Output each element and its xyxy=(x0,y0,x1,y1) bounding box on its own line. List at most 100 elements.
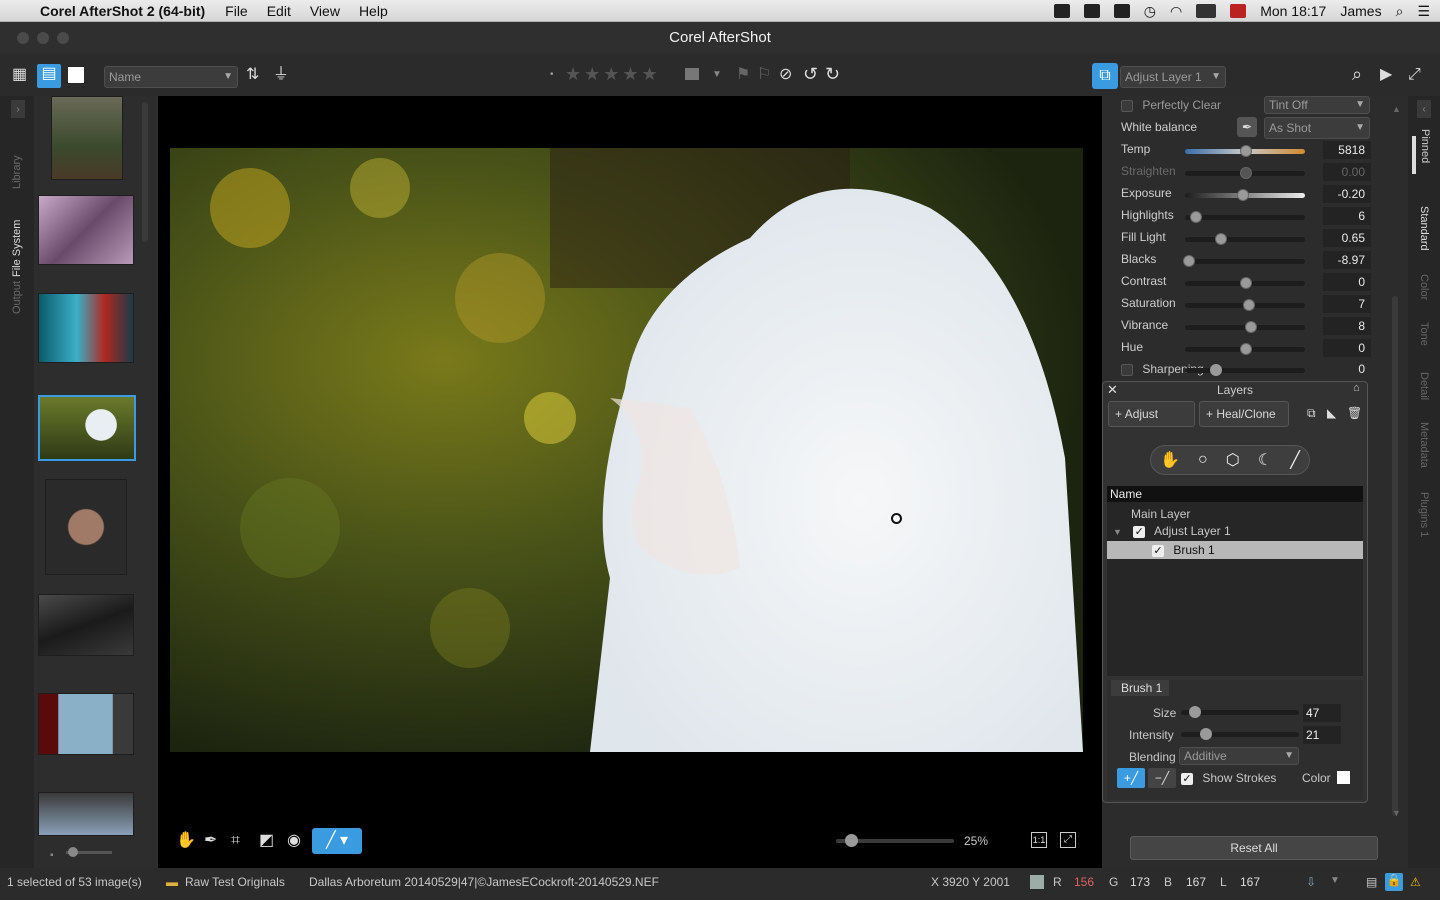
wifi-icon[interactable]: ◠ xyxy=(1170,3,1182,20)
status-app-icon[interactable] xyxy=(1053,4,1070,18)
ellipse-mask-icon[interactable]: ○ xyxy=(1198,451,1208,469)
layers-toggle-icon[interactable]: ⧉ xyxy=(1092,63,1118,89)
brush-intensity-knob[interactable] xyxy=(1200,728,1212,740)
blending-select[interactable]: Additive ▼ xyxy=(1179,747,1299,765)
panels-icon[interactable]: ▤ xyxy=(1366,875,1377,889)
layers-home-icon[interactable]: ⌂ xyxy=(1353,382,1360,394)
tab-output[interactable]: Output xyxy=(11,280,23,314)
adjust-slider-knob[interactable] xyxy=(1236,189,1249,201)
tab-color[interactable]: Color xyxy=(1418,274,1430,314)
delete-layer-icon[interactable]: 🗑 xyxy=(1347,406,1362,420)
tab-library[interactable]: Library xyxy=(11,155,23,189)
brush-size-value[interactable]: 47 xyxy=(1303,704,1341,722)
duplicate-layer-icon[interactable]: ⧉ xyxy=(1307,406,1316,421)
perfectly-clear-row[interactable]: Perfectly Clear xyxy=(1121,98,1281,114)
filter-icon[interactable]: ⏚ xyxy=(273,65,289,85)
battery-icon[interactable] xyxy=(1196,4,1217,18)
tint-select[interactable]: Tint Off ▼ xyxy=(1264,96,1370,114)
status-c-icon[interactable] xyxy=(1113,4,1130,18)
scroll-up-icon[interactable]: ▲ xyxy=(1392,104,1401,114)
layer-adjust-1-checkbox[interactable]: ✓ xyxy=(1133,525,1146,538)
thumbnail[interactable] xyxy=(51,96,123,180)
layer-adjust-1[interactable]: ▼ ✓ Adjust Layer 1 xyxy=(1113,524,1231,538)
polygon-mask-icon[interactable]: ⬡ xyxy=(1226,450,1240,470)
thumbnail[interactable] xyxy=(38,693,134,755)
minimize-window-icon[interactable] xyxy=(37,32,49,44)
sharpening-knob[interactable] xyxy=(1210,364,1222,376)
brush-add-mode-icon[interactable]: +╱ xyxy=(1117,768,1145,788)
thumbnail-selected[interactable] xyxy=(38,395,136,461)
adjust-slider[interactable] xyxy=(1185,215,1305,220)
pan-hand-icon[interactable]: ✋ xyxy=(176,831,196,851)
input-flag-icon[interactable] xyxy=(1230,4,1247,18)
sharpening-value[interactable]: 0 xyxy=(1323,362,1371,376)
tab-detail[interactable]: Detail xyxy=(1418,372,1430,412)
invert-mask-icon[interactable]: ◣ xyxy=(1327,406,1336,420)
adjust-slider-knob[interactable] xyxy=(1240,343,1252,355)
adjust-slider-knob[interactable] xyxy=(1214,233,1227,245)
sharpening-checkbox[interactable] xyxy=(1121,363,1133,376)
reject-flag-icon[interactable]: ⚐ xyxy=(757,65,771,85)
perfectly-clear-checkbox[interactable] xyxy=(1121,99,1133,112)
menu-help[interactable]: Help xyxy=(359,3,388,19)
dropbox-icon[interactable] xyxy=(1083,4,1100,18)
layer-main[interactable]: Main Layer xyxy=(1131,507,1190,521)
menubar-clock[interactable]: Mon 18:17 xyxy=(1260,3,1326,19)
adjust-slider[interactable] xyxy=(1185,259,1305,264)
adjust-slider-knob[interactable] xyxy=(1240,167,1252,179)
brush-intensity-slider[interactable] xyxy=(1181,732,1299,737)
crop-icon[interactable]: ⌗ xyxy=(231,831,240,851)
zoom-slider-knob[interactable] xyxy=(845,834,858,847)
thumbnail[interactable] xyxy=(38,792,134,836)
notification-center-icon[interactable]: ☰ xyxy=(1417,3,1430,20)
grid-view-icon[interactable]: ▦ xyxy=(12,65,27,85)
adjust-value[interactable]: 0.00 xyxy=(1323,163,1371,181)
menu-view[interactable]: View xyxy=(310,3,340,19)
fit-to-screen-icon[interactable]: ⤢ xyxy=(1060,832,1076,848)
adjust-value[interactable]: 0 xyxy=(1323,339,1371,357)
sort-order-icon[interactable]: ⇅ xyxy=(246,65,259,85)
filmstrip-scrollbar[interactable] xyxy=(142,102,148,242)
adjust-value[interactable]: 5818 xyxy=(1323,141,1371,159)
layer-select[interactable]: Adjust Layer 1 ▼ xyxy=(1120,66,1226,88)
sharpening-slider[interactable] xyxy=(1185,368,1305,373)
tab-plugins[interactable]: Plugins 1 xyxy=(1418,492,1430,552)
main-photo[interactable] xyxy=(170,148,1083,752)
adjust-value[interactable]: 8 xyxy=(1323,317,1371,335)
brush-intensity-value[interactable]: 21 xyxy=(1303,726,1341,744)
tab-standard[interactable]: Standard xyxy=(1418,206,1430,262)
reset-image-icon[interactable]: ⊘ xyxy=(779,65,792,85)
wb-picker-icon[interactable]: ✒ xyxy=(1237,117,1257,137)
adjust-slider-knob[interactable] xyxy=(1189,211,1202,223)
adjust-value[interactable]: -8.97 xyxy=(1323,251,1371,269)
add-adjust-layer-button[interactable]: + Adjust xyxy=(1108,401,1195,427)
warning-icon[interactable]: ⚠ xyxy=(1410,875,1421,889)
adjust-slider-knob[interactable] xyxy=(1240,277,1252,289)
output-icon[interactable]: ⇩ xyxy=(1306,875,1316,889)
pick-flag-icon[interactable]: ⚑ xyxy=(736,65,750,85)
brush-color-swatch[interactable] xyxy=(1337,771,1350,784)
adjust-value[interactable]: -0.20 xyxy=(1323,185,1371,203)
adjust-slider-knob[interactable] xyxy=(1243,299,1256,311)
straighten-icon[interactable]: ◩ xyxy=(259,831,274,851)
thumbnail[interactable] xyxy=(45,479,127,575)
collapse-right-icon[interactable]: ‹ xyxy=(1417,100,1431,118)
time-machine-icon[interactable]: ◷ xyxy=(1144,3,1156,20)
spotlight-icon[interactable]: ⌕ xyxy=(1396,3,1404,20)
show-strokes-row[interactable]: ✓ Show Strokes xyxy=(1181,771,1276,785)
layer-brush-1-checkbox[interactable]: ✓ xyxy=(1152,544,1164,557)
tab-metadata[interactable]: Metadata xyxy=(1418,422,1430,482)
menubar-user[interactable]: James xyxy=(1340,3,1381,19)
split-view-icon[interactable]: ▤ xyxy=(37,64,61,88)
layer-brush-1[interactable]: ✓ Brush 1 xyxy=(1107,541,1363,559)
adjust-value[interactable]: 0.65 xyxy=(1323,229,1371,247)
close-window-icon[interactable] xyxy=(17,32,29,44)
single-view-icon[interactable] xyxy=(68,67,84,83)
search-icon[interactable]: ⌕ xyxy=(1352,64,1362,84)
adjust-slider-knob[interactable] xyxy=(1240,145,1252,157)
collapse-left-icon[interactable]: › xyxy=(11,100,25,118)
slideshow-icon[interactable]: ▶ xyxy=(1380,65,1392,85)
app-menu[interactable]: Corel AfterShot 2 (64-bit) xyxy=(40,3,205,19)
eyedropper-icon[interactable]: ✒ xyxy=(204,831,217,851)
rotate-left-icon[interactable]: ↺ xyxy=(803,64,818,84)
